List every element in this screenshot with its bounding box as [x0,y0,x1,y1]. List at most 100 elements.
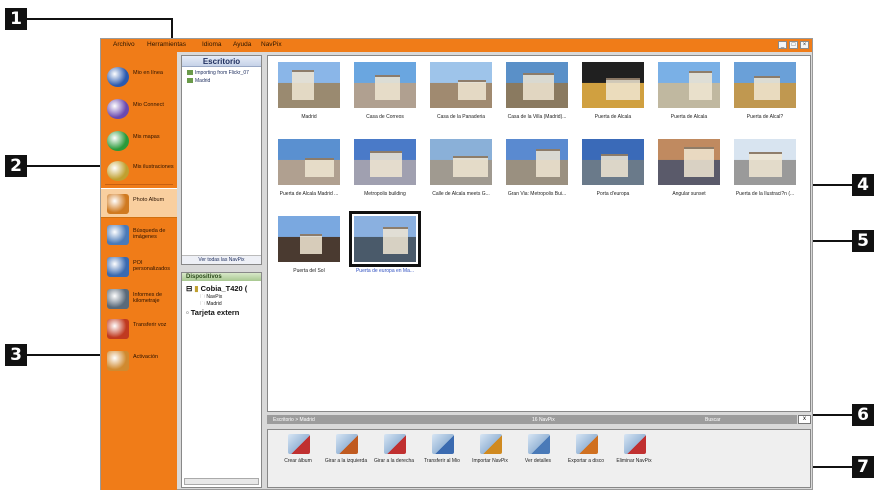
photo-image[interactable] [278,62,340,108]
menu-herramientas[interactable]: Herramientas [147,41,186,48]
search-label: Buscar [705,417,721,423]
device-node[interactable]: ⊟ ▮ Cobia_T420 ( [186,284,247,293]
card-label: Tarjeta extern [190,308,240,317]
menu-archivo[interactable]: Archivo [113,41,135,48]
photo-image[interactable] [430,62,492,108]
photo-caption: Puerta de Alcal? [746,114,784,120]
callout-line-1 [27,18,172,20]
sidebar-item-label: Mio en línea [133,70,163,76]
photo-caption: Puerta de la Ilustraci?n (... [735,191,795,197]
photo-image[interactable] [278,216,340,262]
menu-idioma[interactable]: Idioma [202,41,222,48]
sidebar-item-map[interactable]: Mis mapas [101,126,177,156]
photo-image[interactable] [506,139,568,185]
search-clear-button[interactable]: x [798,415,811,424]
sidebar-item-label: Informes de kilometraje [133,292,163,304]
export-to-disk-icon [576,434,598,454]
desktop-panel-title: Escritorio [182,56,261,67]
sidebar-item-connect[interactable]: Mio Connect [101,94,177,124]
photo-caption: Puerta de Alcala [670,114,708,120]
photo-caption: Puerta de Alcala [594,114,632,120]
album-checkbox-icon[interactable] [187,78,193,84]
photo-subject [754,76,780,100]
sidebar-item-activation[interactable]: Activación [101,346,177,376]
photo-subject [536,149,560,177]
sidebar-item-voice-transfer[interactable]: Transferir voz [101,314,177,344]
close-button[interactable]: × [800,41,809,49]
photo-caption: Calle de Alcala meets G... [432,191,490,197]
photo-image[interactable] [582,139,644,185]
photo-subject [749,152,782,177]
toolbar-button-label: Girar a la izquierda [324,458,368,464]
photo-image[interactable] [734,139,796,185]
sidebar-item-mileage-report[interactable]: Informes de kilometraje [101,284,177,314]
mileage-report-icon [107,289,129,309]
photo-subject [292,70,314,100]
navpix-window: Archivo Herramientas Idioma Ayuda NavPix… [100,38,813,490]
create-album-icon [288,434,310,454]
sidebar-item-poi[interactable]: POI personalizados [101,252,177,282]
sidebar-item-globe[interactable]: Mio en línea [101,62,177,92]
photo-image[interactable] [582,62,644,108]
photo-caption: Madrid [301,114,317,120]
photo-image[interactable] [430,139,492,185]
devices-panel: Dispositivos ⊟ ▮ Cobia_T420 ( 🗀 NavPix 🗀… [181,272,262,488]
photo-image[interactable] [278,139,340,185]
menu-navpix[interactable]: NavPix [261,41,282,48]
photo-subject [375,75,400,100]
callout-line-7 [810,466,852,468]
photo-subject [370,151,402,177]
photo-caption: Angular sunset [672,191,706,197]
photo-album-icon [107,194,129,214]
photo-image[interactable] [658,62,720,108]
toolbar-button-label: Girar a la derecha [373,458,415,464]
sidebar-item-label: Photo Album [133,197,165,203]
photo-image[interactable] [734,62,796,108]
sidebar-item-photo-album[interactable]: Photo Album [101,188,177,218]
folder-label: Madrid [206,301,222,307]
photo-image[interactable] [349,211,421,267]
minimize-button[interactable]: _ [778,41,787,49]
photo-subject [606,78,640,100]
photo-subject [684,147,714,177]
photo-image[interactable] [658,139,720,185]
album-item-importing[interactable]: Importing from Flickr_07 [187,70,249,76]
photo-caption: Casa de la Villa (Madrid)... [507,114,567,120]
desktop-panel: Escritorio Importing from Flickr_07 Madr… [181,55,262,265]
sidebar-item-label: Mis mapas [133,134,160,140]
callout-6: 6 [852,404,874,426]
album-checkbox-icon[interactable] [187,70,193,76]
import-navpix-icon [480,434,502,454]
sidebar-item-label: Búsqueda de imágenes [133,228,166,240]
view-details-icon [528,434,550,454]
activation-icon [107,351,129,371]
photo-caption: Casa de Correos [366,114,404,120]
photo-caption: Gran Via: Metropolis Bui... [507,191,567,197]
breadcrumb[interactable]: Escritorio > Madrid [273,417,315,423]
photo-caption: Puerta de europa en Ma... [355,268,415,274]
poi-icon [107,257,129,277]
callout-1: 1 [5,8,27,30]
horizontal-scrollbar[interactable] [184,478,259,485]
callout-2: 2 [5,155,27,177]
view-all-navpix-link[interactable]: Ver todas las NavPix [182,255,261,264]
callout-line-6 [812,414,852,416]
photo-image[interactable] [506,62,568,108]
devices-panel-title: Dispositivos [182,273,261,281]
sidebar-divider [105,184,173,185]
map-icon [107,131,129,151]
photo-subject [383,227,408,254]
maximize-button[interactable]: □ [789,41,798,49]
photo-image[interactable] [354,62,416,108]
sidebar-item-image-search[interactable]: Búsqueda de imágenes [101,220,177,250]
photo-image[interactable] [354,139,416,185]
album-item-madrid[interactable]: Madrid [187,78,210,84]
device-name: Cobia_T420 ( [200,284,248,293]
delete-navpix-icon [624,434,646,454]
image-search-icon [107,225,129,245]
toolbar-button-label: Crear álbum [284,458,312,464]
photo-caption: Puerta de Alcala Madrid ... [279,191,339,197]
menu-ayuda[interactable]: Ayuda [233,41,251,48]
external-card-node[interactable]: ▫ Tarjeta extern [186,308,239,317]
sidebar-item-illustrations[interactable]: Mis ilustraciones [101,156,177,186]
